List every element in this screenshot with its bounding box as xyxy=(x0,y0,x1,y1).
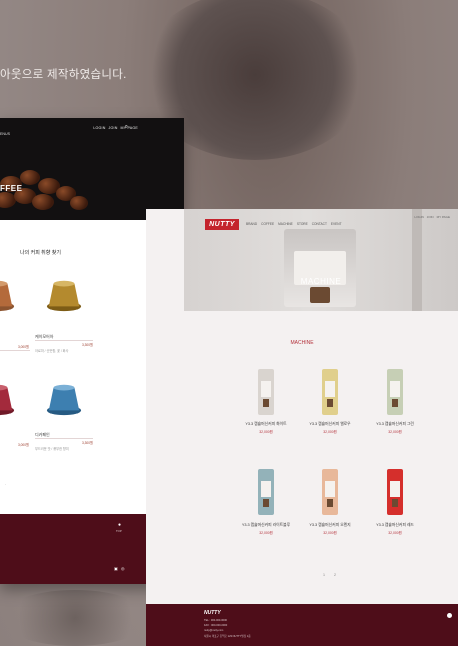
util-join[interactable]: JOIN xyxy=(427,215,434,219)
divider xyxy=(35,438,93,439)
nav-join[interactable]: JOIN xyxy=(109,126,118,130)
divider xyxy=(35,340,93,341)
capsule-product-2[interactable] xyxy=(45,276,83,314)
search-icon[interactable]: ⌕ xyxy=(125,124,128,131)
youtube-icon[interactable]: ▣ xyxy=(114,566,118,571)
right-footer: NUTTY TEL : 000-000-0000 FAX : 000-000-0… xyxy=(146,604,458,646)
machine-name[interactable]: Y3.3 캡슐머신커피 오렌지 xyxy=(300,523,360,528)
nav-login[interactable]: LOGIN xyxy=(93,126,105,130)
pagination-2[interactable]: 2 xyxy=(334,573,336,577)
capsule-product-3[interactable] xyxy=(0,380,16,418)
machine-product-yellow[interactable] xyxy=(321,369,339,417)
machine-product-red[interactable] xyxy=(386,469,404,517)
util-mypage[interactable]: MY PAGE xyxy=(437,215,450,219)
footer-line: 서울시 마포구 홍익로 123 NUTTY빌딩 1층 xyxy=(204,635,251,638)
coffee-machine-image xyxy=(284,229,356,307)
left-hero: ENUS LOGIN JOIN MY PAGE ⌕ FFEE xyxy=(0,118,184,220)
main-nav: BRAND COFFEE MACHINE STORE CONTACT EVENT xyxy=(246,222,342,226)
description-caption: 아웃으로 제작하였습니다. xyxy=(0,69,127,81)
nutty-logo[interactable]: NUTTY xyxy=(205,219,239,230)
machine-name[interactable]: Y3.3 캡슐머신커피 라이트블루 xyxy=(236,523,296,528)
capsule-product-4[interactable] xyxy=(45,380,83,418)
machine-name[interactable]: Y3.3 캡슐머신커피 옐로우 xyxy=(300,422,360,427)
section-title: 나의 커피 취향 찾기 xyxy=(20,250,61,256)
product-price: 3,300원 xyxy=(82,441,93,445)
machine-price: 32,000원 xyxy=(323,430,337,434)
util-login[interactable]: LOGIN xyxy=(414,215,423,219)
background-blur xyxy=(0,590,150,646)
pagination-dot[interactable]: · xyxy=(5,482,6,487)
menus-label[interactable]: ENUS xyxy=(0,132,10,136)
nav-event[interactable]: EVENT xyxy=(331,222,342,226)
machine-product-lightblue[interactable] xyxy=(257,469,275,517)
right-page-mockup: NUTTY BRAND COFFEE MACHINE STORE CONTACT… xyxy=(146,209,458,646)
nav-brand[interactable]: BRAND xyxy=(246,222,257,226)
product-price: 3,000원 xyxy=(18,345,29,349)
machine-price: 32,000원 xyxy=(259,531,273,535)
hero-title: MACHINE xyxy=(300,277,342,286)
machine-product-green[interactable] xyxy=(386,369,404,417)
product-meta: 아로마 / 산뜻함, 꽃 / 화사 xyxy=(35,349,69,353)
capsule-product-1[interactable] xyxy=(0,276,16,314)
machine-price: 32,000원 xyxy=(388,531,402,535)
machine-hero: NUTTY BRAND COFFEE MACHINE STORE CONTACT… xyxy=(184,209,458,311)
product-meta: 부드러운 맛 / 풍부한 향미 xyxy=(35,447,69,451)
footer-line: nutty@nutty.com xyxy=(204,629,224,632)
machine-price: 32,000원 xyxy=(259,430,273,434)
machine-name[interactable]: Y3.3 캡슐머신커피 화이트 xyxy=(236,422,296,427)
machine-product-orange[interactable] xyxy=(321,469,339,517)
top-button-icon[interactable] xyxy=(447,613,452,618)
footer-logo: NUTTY xyxy=(204,610,221,616)
top-button-icon[interactable]: ● xyxy=(118,522,121,528)
machine-name[interactable]: Y3.3 캡슐머신커피 레드 xyxy=(365,523,425,528)
machine-price: 32,000원 xyxy=(323,531,337,535)
machine-product-white[interactable] xyxy=(257,369,275,417)
nav-machine[interactable]: MACHINE xyxy=(278,222,293,226)
machine-price: 32,000원 xyxy=(388,430,402,434)
hero-text: FFEE xyxy=(0,184,23,193)
nav-contact[interactable]: CONTACT xyxy=(312,222,327,226)
util-nav: LOGIN JOIN MY PAGE xyxy=(414,215,450,219)
section-title: MACHINE xyxy=(290,340,314,346)
machine-name[interactable]: Y3.3 캡슐머신커피 그린 xyxy=(365,422,425,427)
footer-top-label: TOP xyxy=(116,529,122,533)
nav-store[interactable]: STORE xyxy=(297,222,308,226)
nav-coffee[interactable]: COFFEE xyxy=(261,222,274,226)
instagram-icon[interactable]: ◎ xyxy=(121,566,125,571)
nav-mypage[interactable]: MY PAGE xyxy=(121,126,138,130)
product-price: 3,000원 xyxy=(18,443,29,447)
divider xyxy=(0,350,30,351)
coffee-beans-image xyxy=(0,166,100,220)
pagination-1[interactable]: 1 xyxy=(323,573,325,577)
footer-line: FAX : 000-000-0000 xyxy=(204,624,228,627)
footer-line: TEL : 000-000-0000 xyxy=(204,619,227,622)
left-nav: LOGIN JOIN MY PAGE xyxy=(93,126,138,130)
product-price: 3,300원 xyxy=(82,343,93,347)
